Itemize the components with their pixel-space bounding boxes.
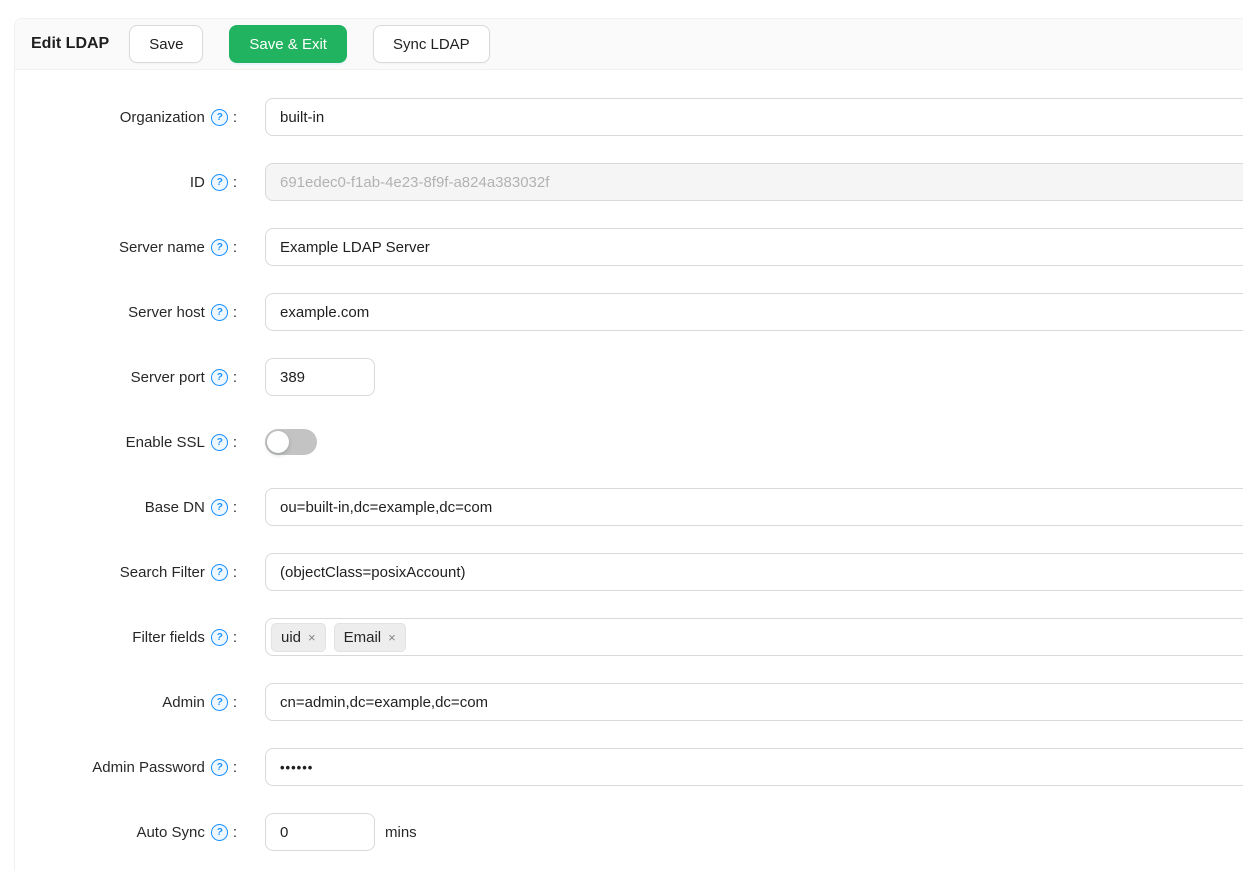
admin-password-input[interactable]	[265, 748, 1243, 786]
server-port-label: Server port ? :	[15, 369, 237, 386]
row-id: ID ? :	[15, 163, 1243, 201]
row-server-host: Server host ? :	[15, 293, 1243, 331]
server-host-input[interactable]	[265, 293, 1243, 331]
filter-fields-select[interactable]: uid × Email ×	[265, 618, 1243, 656]
id-label: ID ? :	[15, 174, 237, 191]
row-enable-ssl: Enable SSL ? :	[15, 423, 1243, 461]
search-filter-input[interactable]	[265, 553, 1243, 591]
row-filter-fields: Filter fields ? : uid × Email ×	[15, 618, 1243, 656]
help-icon[interactable]: ?	[210, 692, 229, 711]
card-header: Edit LDAP Save Save & Exit Sync LDAP	[15, 19, 1243, 70]
admin-password-label: Admin Password ? :	[15, 759, 237, 776]
sync-ldap-button[interactable]: Sync LDAP	[373, 25, 490, 63]
help-icon[interactable]: ?	[210, 107, 229, 126]
row-search-filter: Search Filter ? :	[15, 553, 1243, 591]
base-dn-input[interactable]	[265, 488, 1243, 526]
remove-tag-icon[interactable]: ×	[308, 631, 316, 644]
row-admin: Admin ? :	[15, 683, 1243, 721]
toggle-knob-icon	[267, 431, 289, 453]
edit-ldap-card: Edit LDAP Save Save & Exit Sync LDAP Org…	[14, 18, 1243, 871]
admin-input[interactable]	[265, 683, 1243, 721]
auto-sync-input[interactable]	[265, 813, 375, 851]
auto-sync-label: Auto Sync ? :	[15, 824, 237, 841]
help-icon[interactable]: ?	[210, 237, 229, 256]
auto-sync-unit: mins	[385, 824, 417, 841]
remove-tag-icon[interactable]: ×	[388, 631, 396, 644]
help-icon[interactable]: ?	[210, 302, 229, 321]
help-icon[interactable]: ?	[210, 172, 229, 191]
enable-ssl-toggle[interactable]	[265, 429, 317, 455]
help-icon[interactable]: ?	[210, 822, 229, 841]
row-auto-sync: Auto Sync ? : mins	[15, 813, 1243, 851]
server-name-label: Server name ? :	[15, 239, 237, 256]
help-icon[interactable]: ?	[210, 367, 229, 386]
search-filter-label: Search Filter ? :	[15, 564, 237, 581]
organization-input[interactable]	[265, 98, 1243, 136]
help-icon[interactable]: ?	[210, 497, 229, 516]
row-server-port: Server port ? :	[15, 358, 1243, 396]
form-body: Organization ? : ID ? : Server name ?	[15, 70, 1243, 851]
help-icon[interactable]: ?	[210, 757, 229, 776]
help-icon[interactable]: ?	[210, 627, 229, 646]
row-server-name: Server name ? :	[15, 228, 1243, 266]
server-port-input[interactable]	[265, 358, 375, 396]
help-icon[interactable]: ?	[210, 432, 229, 451]
enable-ssl-label: Enable SSL ? :	[15, 434, 237, 451]
row-base-dn: Base DN ? :	[15, 488, 1243, 526]
organization-label: Organization ? :	[15, 109, 237, 126]
help-icon[interactable]: ?	[210, 562, 229, 581]
server-name-input[interactable]	[265, 228, 1243, 266]
save-button[interactable]: Save	[129, 25, 203, 63]
page-title: Edit LDAP	[31, 35, 109, 53]
save-and-exit-button[interactable]: Save & Exit	[229, 25, 347, 63]
server-host-label: Server host ? :	[15, 304, 237, 321]
id-input	[265, 163, 1243, 201]
row-organization: Organization ? :	[15, 98, 1243, 136]
filter-field-tag: Email ×	[334, 623, 406, 652]
row-admin-password: Admin Password ? :	[15, 748, 1243, 786]
base-dn-label: Base DN ? :	[15, 499, 237, 516]
admin-label: Admin ? :	[15, 694, 237, 711]
filter-field-tag: uid ×	[271, 623, 326, 652]
filter-fields-label: Filter fields ? :	[15, 629, 237, 646]
